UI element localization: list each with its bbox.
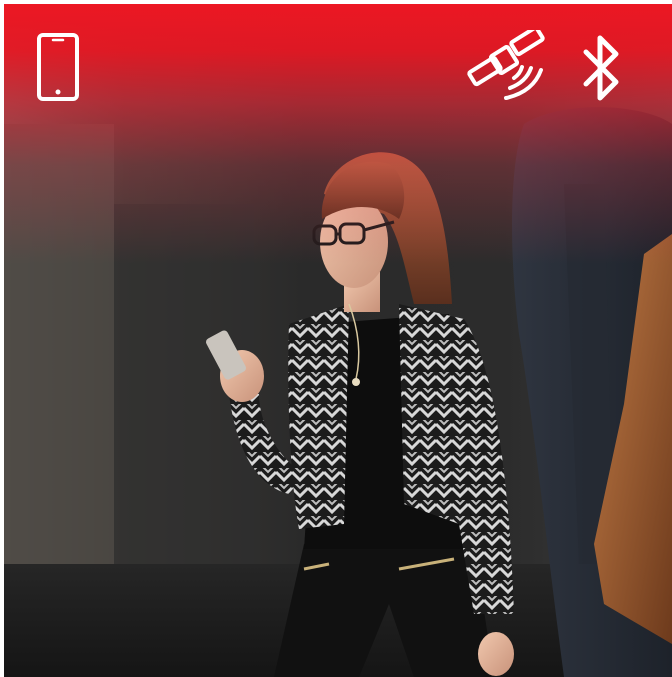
bluetooth-icon (583, 35, 619, 101)
hero-image (4, 4, 672, 677)
photo-scene (4, 4, 672, 677)
smartphone-icon (37, 33, 79, 101)
satellite-signal-icon (467, 30, 545, 100)
